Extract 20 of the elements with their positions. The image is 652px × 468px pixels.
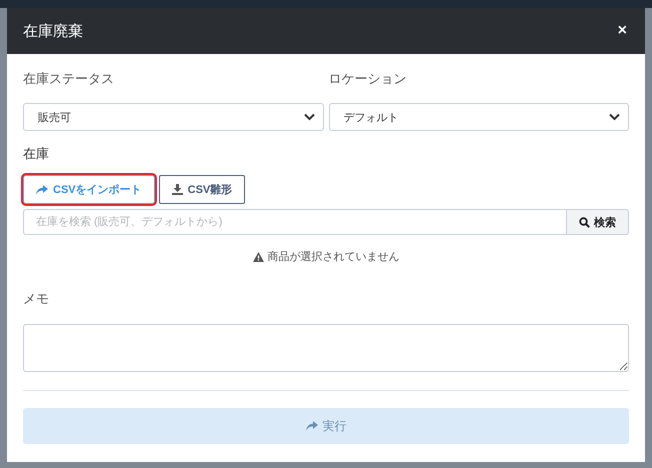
download-icon — [172, 184, 183, 195]
dropdown[interactable]: デフォルト — [328, 103, 629, 131]
field-label: ロケーション — [328, 70, 408, 88]
search-icon — [579, 216, 590, 228]
share-arrow-icon — [306, 421, 318, 431]
dialog-title: 在庫廃棄 — [23, 22, 83, 40]
section-label: 在庫 — [23, 145, 50, 163]
share-arrow-icon — [36, 184, 48, 194]
dropdown[interactable]: 販売可 — [23, 103, 324, 131]
field-label: 在庫ステータス — [23, 70, 115, 88]
chevron-down-icon — [609, 113, 620, 121]
close-button[interactable]: × — [616, 22, 629, 40]
warning-text: 商品が選択されていません — [268, 250, 400, 264]
memo-field[interactable] — [23, 324, 629, 372]
toolbar-button[interactable]: CSV雛形 — [158, 175, 246, 204]
warning-icon — [252, 252, 264, 262]
search-button[interactable]: 検索 — [566, 209, 629, 235]
chevron-down-icon — [304, 113, 314, 121]
search-field[interactable]: 在庫を検索 (販売可、デフォルトから) — [23, 209, 566, 235]
field-label: メモ — [23, 290, 50, 308]
